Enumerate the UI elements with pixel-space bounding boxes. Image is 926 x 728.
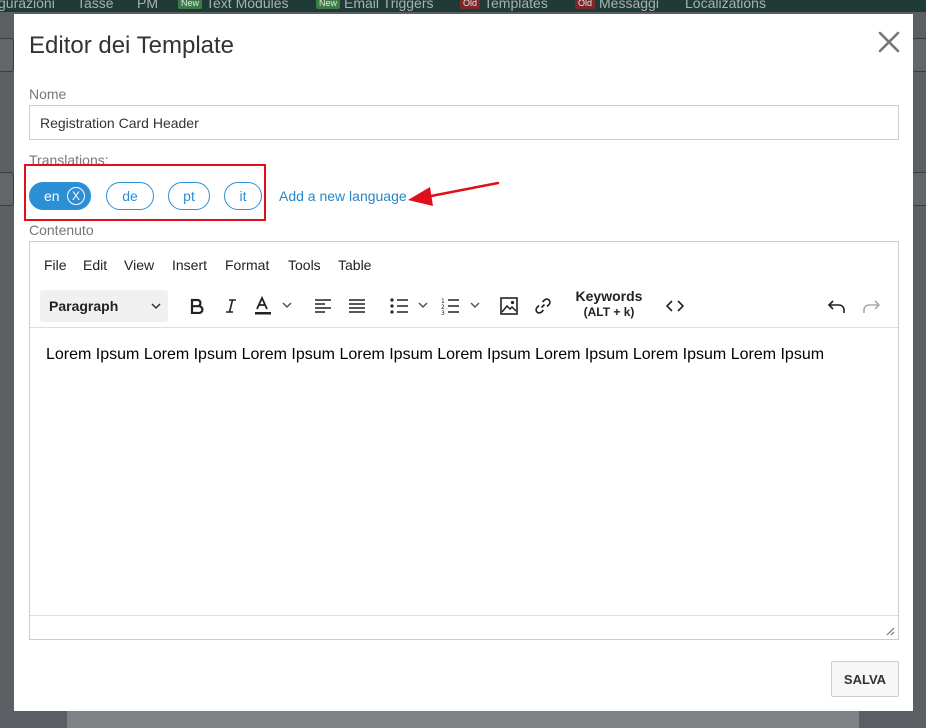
editor-content-area[interactable]: Lorem Ipsum Lorem Ipsum Lorem Ipsum Lore…: [30, 328, 898, 614]
bg-fragment: [67, 710, 859, 728]
menu-view[interactable]: View: [124, 257, 154, 273]
bg-fragment: [0, 172, 14, 206]
source-code-button[interactable]: [662, 290, 688, 322]
bg-nav-item: New Email Triggers: [316, 0, 433, 11]
editor-statusbar: [30, 615, 898, 639]
bg-fragment: [912, 172, 926, 206]
bg-nav-item: New Text Modules: [178, 0, 289, 11]
rich-text-editor: File Edit View Insert Format Tools Table…: [29, 241, 899, 640]
link-icon: [535, 298, 551, 314]
keywords-button[interactable]: Keywords (ALT + k): [570, 286, 648, 326]
name-input[interactable]: [29, 105, 899, 140]
background-top-nav: gurazioni Tasse PM New Text Modules New Em…: [0, 0, 926, 12]
annotation-arrow-icon: [408, 181, 500, 206]
italic-button[interactable]: [218, 290, 244, 322]
editor-toolbar: Paragraph 1 2 3 Keywords (ALT + k): [30, 286, 898, 326]
menu-file[interactable]: File: [44, 257, 67, 273]
numbered-list-icon: 1 2 3: [441, 298, 480, 315]
align-left-button[interactable]: [310, 290, 336, 322]
menu-format[interactable]: Format: [225, 257, 269, 273]
keywords-shortcut: (ALT + k): [583, 305, 635, 319]
resize-handle-icon[interactable]: [885, 626, 895, 636]
align-justify-icon: [349, 299, 365, 313]
chevron-down-icon: [151, 303, 161, 310]
insert-link-button[interactable]: [530, 290, 556, 322]
align-left-icon: [315, 299, 331, 313]
keywords-label: Keywords: [575, 288, 643, 304]
code-icon: [666, 300, 684, 312]
add-language-link[interactable]: Add a new language: [279, 188, 407, 204]
close-icon[interactable]: [877, 30, 901, 54]
bullet-list-icon: [390, 298, 428, 314]
bg-fragment: [912, 38, 926, 72]
text-color-icon: [255, 296, 292, 315]
block-format-value: Paragraph: [49, 298, 119, 314]
insert-image-button[interactable]: [496, 290, 522, 322]
content-paragraph: Lorem Ipsum Lorem Ipsum Lorem Ipsum Lore…: [46, 346, 825, 363]
svg-text:3: 3: [441, 310, 445, 315]
bg-nav-item: Localizations: [685, 0, 766, 11]
modal-title: Editor dei Template: [29, 32, 235, 59]
redo-button[interactable]: [858, 290, 884, 322]
justify-button[interactable]: [344, 290, 370, 322]
redo-icon: [863, 300, 880, 313]
save-button[interactable]: SALVA: [831, 661, 899, 697]
editor-menubar: File Edit View Insert Format Tools Table: [30, 242, 898, 286]
menu-table[interactable]: Table: [338, 257, 371, 273]
bold-icon: [190, 298, 204, 314]
annotation-highlight-box: [24, 164, 266, 221]
bg-nav-item: Old Templates: [460, 0, 548, 11]
bg-nav-item: gurazioni: [0, 0, 55, 11]
block-format-select[interactable]: Paragraph: [40, 290, 168, 322]
template-editor-modal: Editor dei Template Nome Translations: e…: [14, 14, 913, 711]
italic-icon: [226, 299, 236, 313]
bg-fragment: [0, 38, 14, 72]
bullet-list-button[interactable]: [388, 290, 434, 322]
menu-tools[interactable]: Tools: [288, 257, 321, 273]
content-label: Contenuto: [29, 222, 94, 238]
bg-nav-item: PM: [137, 0, 158, 11]
bg-nav-item: Tasse: [77, 0, 114, 11]
bold-button[interactable]: [184, 290, 210, 322]
undo-button[interactable]: [824, 290, 850, 322]
menu-insert[interactable]: Insert: [172, 257, 207, 273]
name-label: Nome: [29, 86, 67, 102]
bg-nav-item: Old Messaggi: [575, 0, 659, 11]
numbered-list-button[interactable]: 1 2 3: [440, 290, 486, 322]
menu-edit[interactable]: Edit: [83, 257, 107, 273]
undo-icon: [828, 300, 845, 313]
image-icon: [500, 297, 518, 315]
text-color-button[interactable]: [252, 290, 298, 322]
